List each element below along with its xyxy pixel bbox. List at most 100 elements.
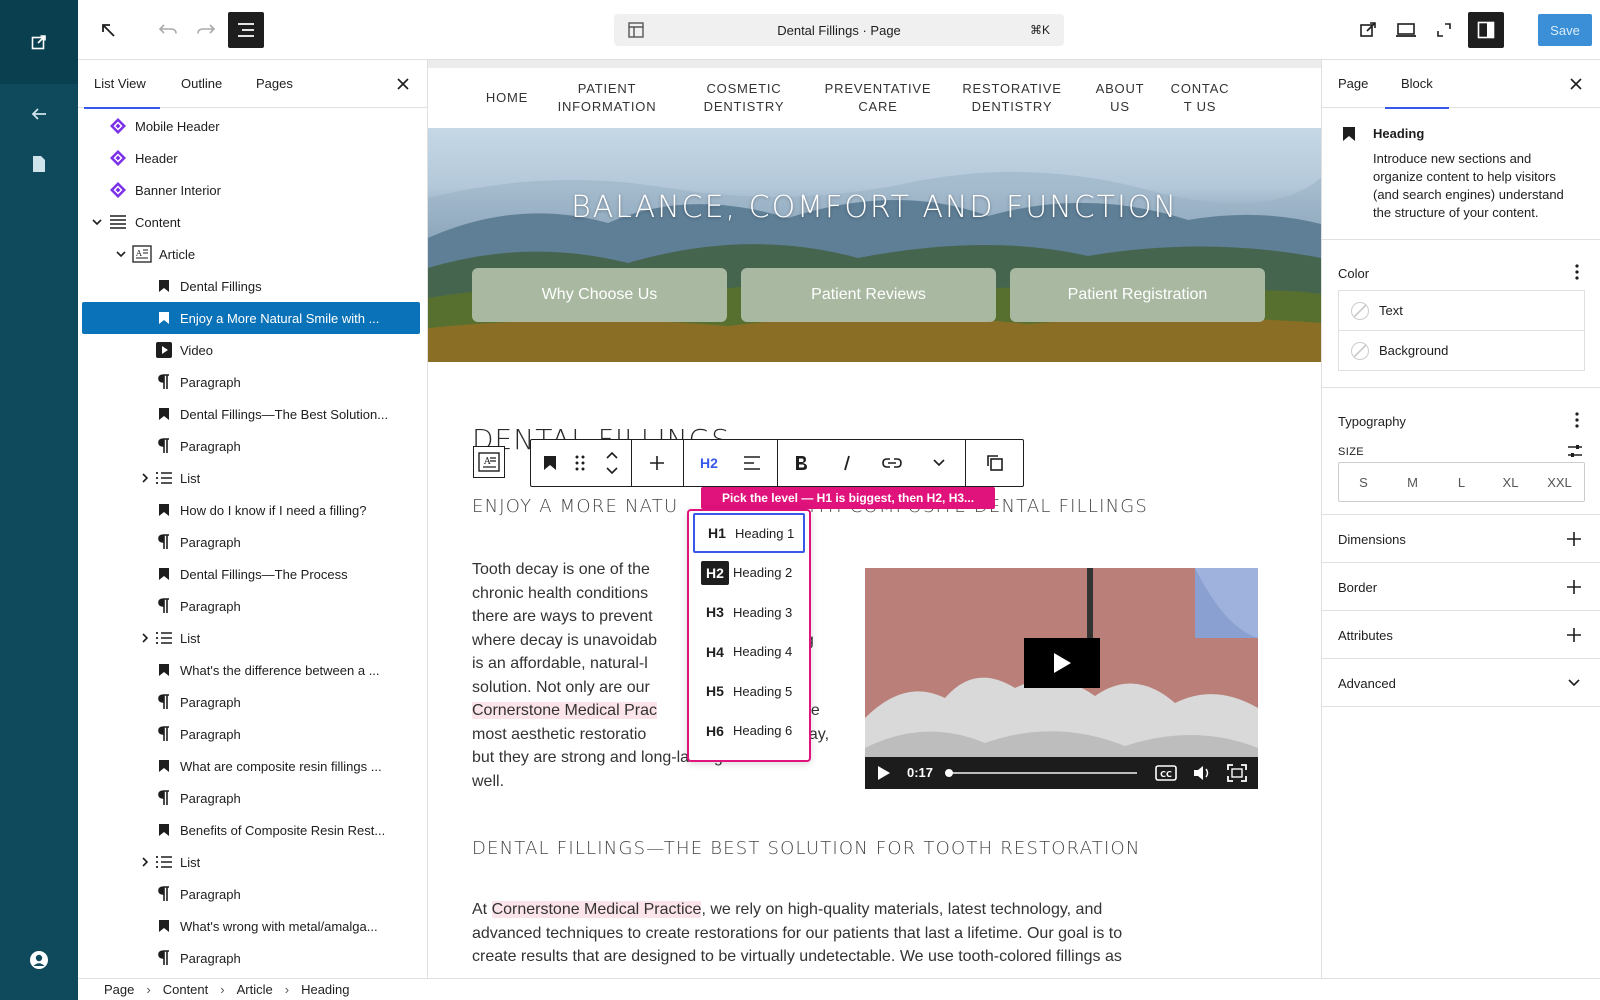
move-up-down-buttons[interactable] — [601, 440, 623, 486]
size-s[interactable]: S — [1339, 463, 1388, 501]
breadcrumb-item[interactable]: Article — [237, 982, 273, 997]
list-item[interactable]: Paragraph — [82, 366, 420, 398]
list-item[interactable]: Paragraph — [82, 718, 420, 750]
heading-level-option-h1[interactable]: H1 Heading 1 — [693, 513, 805, 553]
close-settings-button[interactable] — [1566, 74, 1586, 94]
tab-list-view[interactable]: List View — [84, 60, 160, 109]
more-vertical-icon[interactable] — [1575, 264, 1579, 280]
list-item[interactable]: Paragraph — [82, 878, 420, 910]
settings-toggle-button[interactable] — [1468, 12, 1504, 48]
list-item[interactable]: List — [82, 462, 420, 494]
redo-button[interactable] — [188, 12, 224, 48]
back-button[interactable] — [0, 94, 78, 134]
list-item[interactable]: Paragraph — [82, 782, 420, 814]
heading-level-option-h5[interactable]: H5 Heading 5 — [693, 671, 805, 711]
bold-button[interactable] — [789, 440, 813, 486]
heading-level-option-h3[interactable]: H3 Heading 3 — [693, 592, 805, 632]
fullscreen-icon[interactable] — [1227, 764, 1247, 782]
nav-restorative-dentistry[interactable]: RESTORATIVE DENTISTRY — [960, 80, 1064, 116]
list-item[interactable]: Dental Fillings—The Process — [82, 558, 420, 590]
pages-button[interactable] — [0, 144, 78, 184]
volume-icon[interactable] — [1193, 765, 1211, 781]
tab-block[interactable]: Block — [1385, 60, 1449, 109]
nav-about-us[interactable]: ABOUT US — [1092, 80, 1148, 116]
list-item[interactable]: Benefits of Composite Resin Rest... — [82, 814, 420, 846]
breadcrumb-item[interactable]: Page — [104, 982, 134, 997]
list-item[interactable]: Content — [82, 206, 420, 238]
nav-home[interactable]: HOME — [476, 89, 538, 107]
video-scrubber-thumb[interactable] — [945, 769, 953, 777]
tab-page[interactable]: Page — [1338, 60, 1368, 108]
border-panel[interactable]: Border — [1322, 563, 1600, 611]
align-text-button[interactable] — [739, 440, 765, 486]
play-icon[interactable] — [877, 766, 891, 780]
size-m[interactable]: M — [1388, 463, 1437, 501]
block-options-button[interactable] — [977, 440, 1013, 486]
parent-block-selector[interactable]: A — [473, 446, 505, 478]
fullscreen-button[interactable] — [1426, 12, 1462, 48]
list-item[interactable]: How do I know if I need a filling? — [82, 494, 420, 526]
text-color-control[interactable]: Text — [1338, 290, 1585, 331]
tab-outline[interactable]: Outline — [181, 60, 222, 108]
block-inserter-toggle[interactable] — [90, 12, 126, 48]
heading-best-solution[interactable]: DENTAL FILLINGS—THE BEST SOLUTION FOR TO… — [472, 838, 1141, 859]
dimensions-panel[interactable]: Dimensions — [1322, 515, 1600, 563]
list-item[interactable]: Video — [82, 334, 420, 366]
list-item[interactable]: What's wrong with metal/amalga... — [82, 910, 420, 942]
list-item[interactable]: Banner Interior — [82, 174, 420, 206]
list-item[interactable]: Dental Fillings—The Best Solution... — [82, 398, 420, 430]
practice-link[interactable]: Cornerstone Medical Prac — [472, 702, 657, 719]
list-item[interactable]: Paragraph — [82, 430, 420, 462]
nav-preventative-care[interactable]: PREVENTATIVE CARE — [818, 80, 938, 116]
advanced-panel[interactable]: Advanced — [1322, 659, 1600, 707]
list-item[interactable]: Enjoy a More Natural Smile with ... — [82, 302, 420, 334]
list-item[interactable]: Dental Fillings — [82, 270, 420, 302]
list-item[interactable]: List — [82, 622, 420, 654]
heading-level-option-h4[interactable]: H4 Heading 4 — [693, 632, 805, 672]
view-page-button[interactable] — [1350, 12, 1386, 48]
patient-reviews-button[interactable]: Patient Reviews — [741, 268, 996, 322]
close-list-view-button[interactable] — [393, 74, 413, 94]
chevron-down-icon[interactable] — [114, 247, 128, 261]
command-palette-bar[interactable]: Dental Fillings · Page ⌘K — [614, 14, 1064, 46]
save-button[interactable]: Save — [1538, 14, 1592, 46]
closed-captions-icon[interactable]: CC — [1155, 765, 1177, 781]
list-item[interactable]: Mobile Header — [82, 110, 420, 142]
list-item[interactable]: Header — [82, 142, 420, 174]
chevron-right-icon[interactable] — [138, 631, 152, 645]
attributes-panel[interactable]: Attributes — [1322, 611, 1600, 659]
chevron-right-icon[interactable] — [138, 471, 152, 485]
nav-contact-us[interactable]: CONTAC T US — [1170, 80, 1230, 116]
heading-level-option-h2[interactable]: H2 Heading 2 — [693, 553, 805, 593]
why-choose-us-button[interactable]: Why Choose Us — [472, 268, 727, 322]
list-item[interactable]: List — [82, 846, 420, 878]
paragraph-block-2[interactable]: At Cornerstone Medical Practice, we rely… — [472, 898, 1262, 969]
background-color-control[interactable]: Background — [1338, 330, 1585, 371]
undo-button[interactable] — [150, 12, 186, 48]
tab-pages[interactable]: Pages — [256, 60, 293, 108]
block-type-button[interactable] — [539, 440, 561, 486]
video-player[interactable]: 0:17 CC — [865, 568, 1258, 789]
chevron-down-icon[interactable] — [90, 215, 104, 229]
italic-button[interactable] — [835, 440, 859, 486]
size-xl[interactable]: XL — [1486, 463, 1535, 501]
custom-size-icon[interactable] — [1567, 444, 1583, 458]
video-scrubber[interactable] — [947, 772, 1137, 774]
patient-registration-button[interactable]: Patient Registration — [1010, 268, 1265, 322]
nav-cosmetic-dentistry[interactable]: COSMETIC DENTISTRY — [694, 80, 794, 116]
heading-level-option-h6[interactable]: H6 Heading 6 — [693, 711, 805, 751]
breadcrumb-item[interactable]: Content — [163, 982, 209, 997]
nav-patient-information[interactable]: PATIENT INFORMATION — [552, 80, 662, 116]
device-preview-button[interactable] — [1388, 12, 1424, 48]
document-overview-button[interactable] — [228, 12, 264, 48]
drag-handle[interactable] — [569, 440, 591, 486]
list-item[interactable]: What are composite resin fillings ... — [82, 750, 420, 782]
list-item[interactable]: Paragraph — [82, 686, 420, 718]
practice-link[interactable]: Cornerstone Medical Practice — [491, 901, 702, 918]
more-vertical-icon[interactable] — [1575, 412, 1579, 428]
account-button[interactable] — [0, 940, 78, 980]
size-xxl[interactable]: XXL — [1535, 463, 1584, 501]
list-item[interactable]: A Article — [82, 238, 420, 270]
link-button[interactable] — [879, 440, 905, 486]
view-site-button[interactable] — [0, 0, 78, 84]
